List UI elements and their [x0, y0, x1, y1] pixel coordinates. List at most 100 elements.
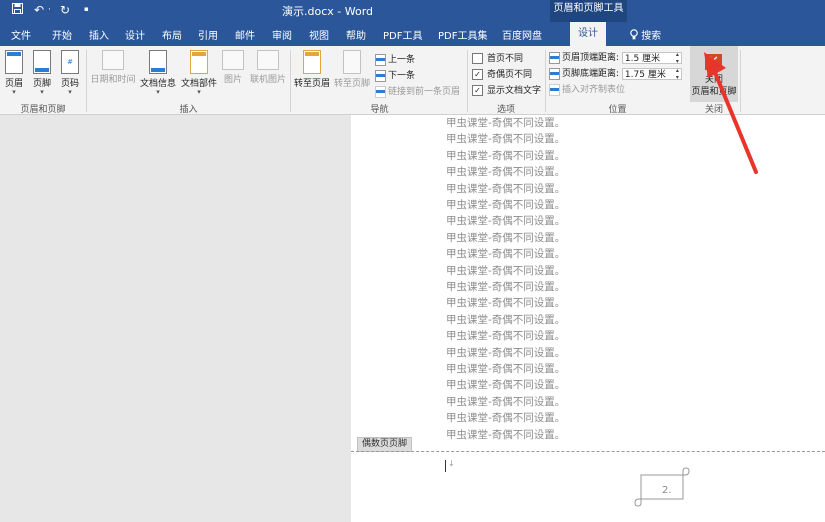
checkbox-unchecked: [472, 53, 483, 64]
footer-button[interactable]: 页脚 ▾: [28, 50, 56, 96]
tab-design-main[interactable]: 设计: [125, 27, 145, 42]
group-label-position: 位置: [608, 105, 627, 115]
doc-info-icon: [149, 50, 167, 74]
footer-bottom-label: 页脚底端距离:: [562, 69, 620, 79]
document-title: 演示.docx - Word: [282, 5, 374, 18]
first-page-different-checkbox[interactable]: 首页不同: [472, 51, 523, 64]
tab-references[interactable]: 引用: [198, 27, 218, 42]
odd-even-different-label: 奇偶页不同: [487, 70, 533, 80]
header-distance-icon: [549, 51, 560, 64]
goto-footer-button[interactable]: 转至页脚: [332, 50, 372, 89]
tab-insert[interactable]: 插入: [89, 27, 109, 42]
insert-align-tab-button[interactable]: 插入对齐制表位: [549, 82, 625, 96]
body-line: 甲虫课堂-奇偶不同设置。: [446, 363, 566, 375]
body-line: 甲虫课堂-奇偶不同设置。: [446, 297, 566, 310]
document-background: [0, 115, 351, 522]
header-top-input[interactable]: 1.5 厘米: [621, 51, 682, 65]
tab-design-active[interactable]: 设计: [570, 22, 606, 46]
header-top-label: 页眉顶端距离:: [562, 53, 620, 63]
tab-file[interactable]: 文件: [11, 27, 31, 42]
even-page-footer-tag: 偶数页页脚: [357, 437, 413, 452]
goto-header-label: 转至页眉: [293, 79, 330, 89]
chevron-down-icon: ▾: [40, 88, 44, 96]
body-line: 甲虫课堂-奇偶不同设置。: [446, 133, 566, 146]
footer-bottom-input[interactable]: 1.75 厘米: [621, 67, 682, 81]
next-label: 下一条: [388, 71, 416, 81]
tab-pdf-tools-set[interactable]: PDF工具集: [438, 27, 487, 42]
footer-bottom-distance: 页脚底端距离: 1.75 厘米: [549, 66, 682, 81]
tab-baidu-pan[interactable]: 百度网盘: [502, 27, 542, 42]
search-label: 搜索: [641, 31, 662, 42]
body-line: 甲虫课堂-奇偶不同设置。: [446, 379, 566, 392]
chevron-down-icon: ▾: [12, 88, 16, 96]
pictures-button[interactable]: 图片: [219, 50, 247, 85]
date-time-button[interactable]: 日期和时间: [88, 50, 138, 85]
footer-boundary: [351, 451, 825, 452]
text-cursor: [445, 460, 446, 472]
footer-icon: [33, 50, 51, 74]
redo-icon[interactable]: ↻: [60, 3, 70, 17]
insert-align-tab-label: 插入对齐制表位: [562, 85, 626, 95]
body-line: 甲虫课堂-奇偶不同设置。: [446, 412, 566, 425]
group-label-navigation: 导航: [370, 105, 389, 115]
body-line: 甲虫课堂-奇偶不同设置。: [446, 199, 566, 211]
align-tab-icon: [549, 83, 560, 96]
check-icon: ✓: [472, 85, 483, 96]
undo-dropdown-icon[interactable]: ·: [48, 5, 51, 15]
online-pictures-label: 联机图片: [249, 75, 286, 85]
goto-footer-label: 转至页脚: [333, 79, 370, 89]
tab-layout[interactable]: 布局: [162, 27, 182, 42]
link-previous-button[interactable]: 链接到前一条页眉: [375, 84, 460, 98]
red-pointer-arrow: [704, 52, 758, 174]
odd-even-different-checkbox[interactable]: ✓ 奇偶页不同: [472, 67, 532, 80]
contextual-tab-title: 页眉和页脚工具: [550, 0, 627, 22]
tab-mailings[interactable]: 邮件: [235, 27, 255, 42]
link-icon: [375, 85, 386, 98]
doc-parts-button[interactable]: 文档部件 ▾: [179, 50, 219, 96]
show-doc-text-label: 显示文档文字: [487, 86, 542, 96]
next-button[interactable]: 下一条: [375, 68, 415, 82]
header-button[interactable]: 页眉 ▾: [0, 50, 28, 96]
body-line: 甲虫课堂-奇偶不同设置。: [446, 182, 566, 195]
title-bar: ↶ · ↻ ▪ 演示.docx - Word 页眉和页脚工具: [0, 0, 825, 22]
previous-button[interactable]: 上一条: [375, 52, 415, 66]
previous-icon: [375, 53, 386, 66]
body-line: 甲虫课堂-奇偶不同设置。: [446, 313, 566, 326]
customize-quick-access-icon[interactable]: ▪: [84, 5, 89, 13]
search-box[interactable]: 搜索: [630, 27, 661, 42]
check-icon: ✓: [472, 69, 483, 80]
paragraph-mark: ↓: [448, 459, 455, 468]
picture-icon: [222, 50, 244, 70]
doc-info-button[interactable]: 文档信息 ▾: [138, 50, 178, 96]
tab-home[interactable]: 开始: [52, 27, 72, 42]
tab-help[interactable]: 帮助: [346, 27, 366, 42]
online-picture-icon: [257, 50, 279, 70]
first-page-different-label: 首页不同: [487, 54, 524, 64]
tab-pdf-tools[interactable]: PDF工具: [383, 27, 422, 42]
page-number-button[interactable]: # 页码 ▾: [56, 50, 84, 96]
group-label-options: 选项: [496, 105, 515, 115]
goto-header-button[interactable]: 转至页眉: [292, 50, 332, 89]
online-pictures-button[interactable]: 联机图片: [247, 50, 289, 85]
body-line: 甲虫课堂-奇偶不同设置。: [446, 117, 566, 129]
show-doc-text-checkbox[interactable]: ✓ 显示文档文字: [472, 83, 541, 96]
previous-label: 上一条: [388, 55, 416, 65]
footer-distance-icon: [549, 67, 560, 80]
date-time-label: 日期和时间: [90, 75, 136, 85]
body-line: 甲虫课堂-奇偶不同设置。: [446, 215, 566, 228]
body-line: 甲虫课堂-奇偶不同设置。: [446, 330, 566, 343]
save-icon[interactable]: [12, 3, 23, 17]
tab-review[interactable]: 审阅: [272, 27, 292, 42]
undo-icon[interactable]: ↶: [34, 3, 44, 17]
body-line: 甲虫课堂-奇偶不同设置。: [446, 231, 566, 244]
body-line: 甲虫课堂-奇偶不同设置。: [446, 166, 566, 179]
next-icon: [375, 69, 386, 82]
pictures-label: 图片: [223, 75, 242, 85]
chevron-down-icon: ▾: [68, 88, 72, 96]
tab-view[interactable]: 视图: [309, 27, 329, 42]
group-label-header-footer: 页眉和页脚: [20, 105, 66, 115]
body-line: 甲虫课堂-奇偶不同设置。: [446, 281, 566, 293]
body-line: 甲虫课堂-奇偶不同设置。: [446, 248, 566, 261]
body-line: 甲虫课堂-奇偶不同设置。: [446, 428, 566, 441]
body-line: 甲虫课堂-奇偶不同设置。: [446, 346, 566, 359]
